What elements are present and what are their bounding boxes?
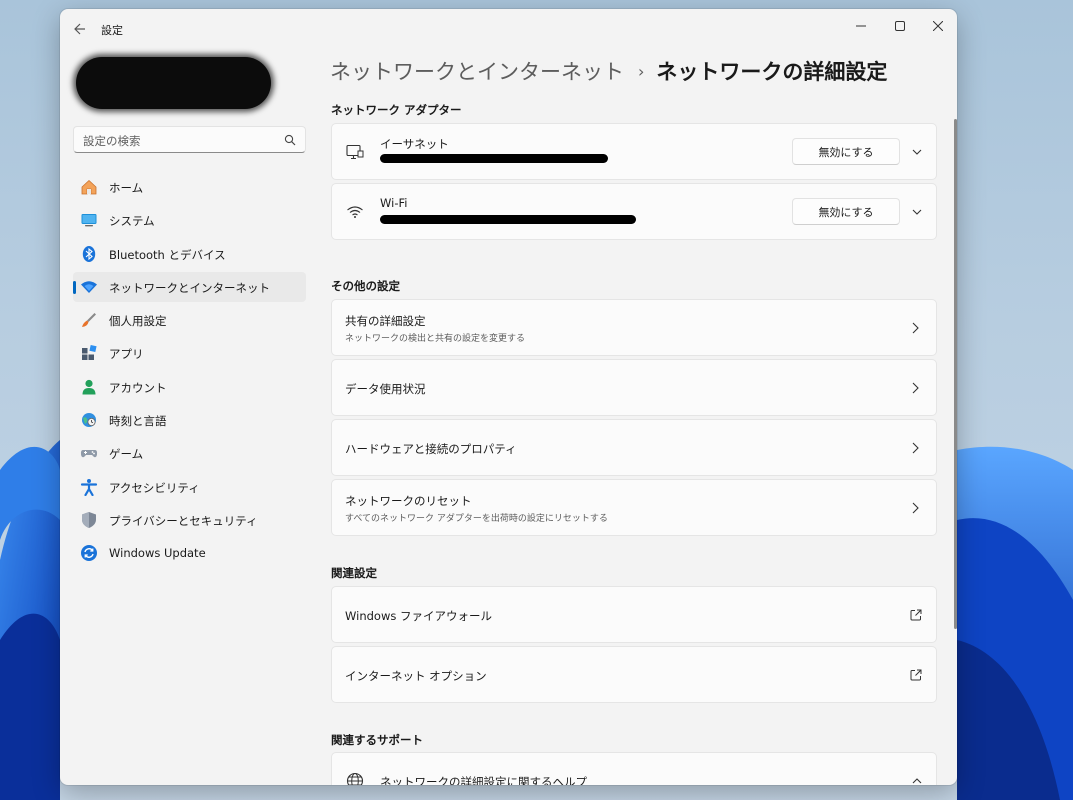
sidebar-item-bluetooth[interactable]: Bluetooth とデバイス [73,239,306,269]
sidebar-item-gaming[interactable]: ゲーム [73,438,306,468]
section-title-related-settings: 関連設定 [331,566,377,580]
sidebar-item-label: ホーム [109,181,144,195]
maximize-icon [895,21,905,31]
sidebar-item-system[interactable]: システム [73,205,306,235]
wifi-icon [80,278,98,296]
section-title-related-support: 関連するサポート [331,733,423,747]
search-placeholder: 設定の検索 [83,134,141,148]
adapter-status-redacted [380,154,608,163]
apps-icon [80,344,98,362]
content-scrollbar[interactable] [954,119,957,629]
chevron-down-icon[interactable] [911,206,923,218]
minimize-button[interactable] [844,13,878,39]
update-icon [80,544,98,562]
disable-adapter-button[interactable]: 無効にする [792,138,900,165]
sidebar-item-label: 個人用設定 [109,314,167,329]
card-title: ネットワークのリセット [345,494,472,508]
globe-icon [346,772,364,785]
breadcrumb-parent-link[interactable]: ネットワークとインターネット [330,56,624,86]
account-icon [80,378,98,396]
settings-window: 設定 設定の検索 ホーム システム Bluetooth とデバイス ネットワーク… [60,9,957,785]
card-title: 共有の詳細設定 [345,314,426,328]
minimize-icon [856,25,866,27]
wifi-icon [347,206,363,218]
page-title: ネットワークの詳細設定 [656,60,888,84]
back-arrow-icon [74,23,85,35]
card-title: インターネット オプション [345,669,487,683]
settings-link-advanced-sharing[interactable]: 共有の詳細設定 ネットワークの検出と共有の設定を変更する [331,299,937,356]
breadcrumb-separator: › [638,61,645,81]
chevron-right-icon [912,322,919,334]
card-title: データ使用状況 [345,382,426,396]
maximize-button[interactable] [883,13,917,39]
close-button[interactable] [921,13,955,39]
card-description: ネットワークの検出と共有の設定を変更する [345,334,526,344]
chevron-right-icon [912,382,919,394]
globe-clock-icon [80,411,98,429]
disable-adapter-button[interactable]: 無効にする [792,198,900,225]
sidebar-item-label: ネットワークとインターネット [109,280,270,295]
title-bar: 設定 [60,9,957,49]
sidebar-nav: ホーム システム Bluetooth とデバイス ネットワークとインターネット … [73,172,306,572]
settings-link-network-reset[interactable]: ネットワークのリセット すべてのネットワーク アダプターを出荷時の設定にリセット… [331,479,937,536]
sidebar-item-label: アクセシビリティ [109,480,200,495]
main-content: ネットワーク アダプター イーサネット 無効にする Wi-Fi 無効にする その… [331,97,937,785]
brush-icon [80,311,98,329]
sidebar-item-label: アカウント [109,380,167,395]
sidebar-item-personalization[interactable]: 個人用設定 [73,305,306,335]
card-title: ハードウェアと接続のプロパティ [345,442,517,456]
card-description: すべてのネットワーク アダプターを出荷時の設定にリセットする [345,514,608,524]
sidebar-item-label: Bluetooth とデバイス [109,247,226,262]
external-link-icon [910,669,922,681]
sidebar-item-privacy[interactable]: プライバシーとセキュリティ [73,505,306,535]
shield-icon [80,511,98,529]
settings-link-data-usage[interactable]: データ使用状況 [331,359,937,416]
sidebar-item-home[interactable]: ホーム [73,172,306,202]
sidebar-item-accessibility[interactable]: アクセシビリティ [73,472,306,502]
adapter-card-ethernet[interactable]: イーサネット 無効にする [331,123,937,180]
bluetooth-icon [80,245,98,263]
sidebar-item-label: ゲーム [109,447,144,462]
chevron-right-icon [912,502,919,514]
sidebar-item-accounts[interactable]: アカウント [73,372,306,402]
chevron-down-icon[interactable] [911,146,923,158]
accessibility-icon [80,478,98,496]
section-title-adapters: ネットワーク アダプター [331,103,462,117]
gamepad-icon [80,444,98,462]
sidebar-item-apps[interactable]: アプリ [73,338,306,368]
sidebar-item-label: プライバシーとセキュリティ [109,513,258,528]
settings-link-hardware-properties[interactable]: ハードウェアと接続のプロパティ [331,419,937,476]
sidebar-item-label: Windows Update [109,546,206,561]
system-icon [80,211,98,229]
home-icon [80,178,98,196]
card-title: ネットワークの詳細設定に関するヘルプ [380,775,587,785]
close-icon [933,21,943,31]
adapter-status-redacted [380,215,636,224]
settings-link-windows-firewall[interactable]: Windows ファイアウォール [331,586,937,643]
breadcrumb: ネットワークとインターネット › ネットワークの詳細設定 [330,56,887,86]
account-profile-redacted[interactable] [76,57,271,109]
sidebar-item-label: 時刻と言語 [109,414,167,429]
adapter-name: Wi-Fi [380,196,408,210]
sidebar-item-time-language[interactable]: 時刻と言語 [73,405,306,435]
ethernet-icon [346,144,364,160]
sidebar-item-label: アプリ [109,347,144,362]
chevron-right-icon [912,442,919,454]
sidebar-item-label: システム [109,214,155,229]
settings-link-internet-options[interactable]: インターネット オプション [331,646,937,703]
chevron-up-icon[interactable] [911,775,923,785]
search-input[interactable]: 設定の検索 [73,126,306,153]
search-icon [284,134,296,146]
support-help-expander[interactable]: ネットワークの詳細設定に関するヘルプ [331,752,937,785]
back-button[interactable] [70,19,90,39]
section-title-other-settings: その他の設定 [331,279,400,293]
card-title: Windows ファイアウォール [345,609,492,623]
external-link-icon [910,609,922,621]
sidebar-item-network[interactable]: ネットワークとインターネット [73,271,306,302]
app-title: 設定 [101,24,123,37]
sidebar-item-windows-update[interactable]: Windows Update [73,538,306,568]
adapter-card-wifi[interactable]: Wi-Fi 無効にする [331,183,937,240]
adapter-name: イーサネット [380,137,449,151]
